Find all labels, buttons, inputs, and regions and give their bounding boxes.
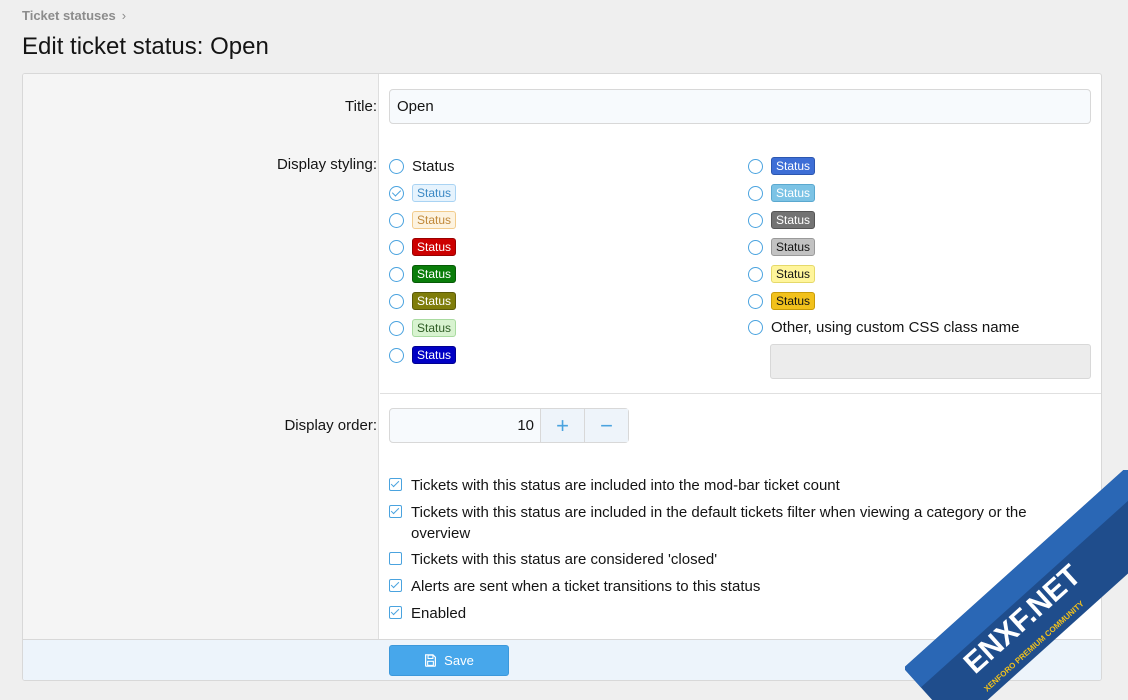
style-badge: Status: [412, 292, 457, 310]
style-badge: Status: [412, 184, 457, 202]
option-checkbox-item[interactable]: Tickets with this status are included in…: [389, 475, 1089, 496]
divider: [380, 393, 1101, 394]
option-checkbox-item[interactable]: Tickets with this status are included in…: [389, 502, 1089, 544]
option-checkbox-item[interactable]: Tickets with this status are considered …: [389, 549, 1089, 570]
radio-button[interactable]: [389, 320, 404, 336]
styling-option[interactable]: Status: [389, 237, 457, 257]
display-styling-label: Display styling:: [276, 156, 377, 173]
radio-button[interactable]: [748, 158, 763, 174]
radio-button[interactable]: [389, 347, 404, 363]
radio-button[interactable]: [748, 293, 763, 309]
title-label: Title:: [345, 98, 377, 115]
checkbox-label: Alerts are sent when a ticket transition…: [411, 578, 761, 595]
style-label-plain: Status: [412, 157, 455, 175]
style-badge: Status: [412, 346, 457, 364]
styling-option[interactable]: Status: [748, 156, 816, 176]
style-badge: Status: [771, 211, 816, 229]
checkbox-label: Tickets with this status are included in…: [411, 477, 840, 494]
styling-option[interactable]: Status: [748, 210, 816, 230]
display-order-stepper[interactable]: 10 + −: [389, 408, 629, 443]
checkbox-label: Enabled: [411, 605, 467, 622]
decrement-button[interactable]: −: [584, 409, 628, 442]
styling-option-other[interactable]: Other, using custom CSS class name: [748, 317, 1019, 337]
style-badge: Status: [771, 157, 816, 175]
title-input[interactable]: Open: [389, 89, 1091, 124]
style-badge: Status: [771, 238, 816, 256]
style-badge: Status: [412, 211, 457, 229]
breadcrumb-item-ticket-statuses[interactable]: Ticket statuses: [22, 8, 116, 23]
option-checkbox-item[interactable]: Enabled: [389, 603, 1089, 624]
display-order-input[interactable]: 10: [390, 409, 540, 442]
styling-option[interactable]: Status: [389, 291, 457, 311]
styling-option[interactable]: Status: [389, 183, 457, 203]
radio-button[interactable]: [389, 239, 404, 255]
display-order-label: Display order:: [284, 417, 377, 434]
styling-option[interactable]: Status: [389, 156, 455, 176]
style-badge: Status: [412, 265, 457, 283]
checkbox[interactable]: [389, 579, 402, 592]
styling-option[interactable]: Status: [389, 264, 457, 284]
checkbox[interactable]: [389, 505, 402, 518]
styling-option[interactable]: Status: [748, 237, 816, 257]
radio-button[interactable]: [748, 185, 763, 201]
radio-button[interactable]: [748, 239, 763, 255]
edit-status-form: Title: Open Display styling: Status Statu…: [22, 73, 1102, 681]
radio-button[interactable]: [389, 266, 404, 282]
radio-button[interactable]: [389, 185, 404, 201]
radio-button[interactable]: [748, 212, 763, 228]
chevron-right-icon: ›: [121, 8, 127, 23]
form-footer: Save: [23, 639, 1101, 680]
save-label: Save: [444, 653, 474, 668]
save-button[interactable]: Save: [389, 645, 509, 676]
page-title: Edit ticket status: Open: [22, 33, 269, 60]
styling-option[interactable]: Status: [389, 345, 457, 365]
radio-button[interactable]: [748, 266, 763, 282]
radio-button[interactable]: [389, 212, 404, 228]
style-badge: Status: [771, 184, 816, 202]
radio-button[interactable]: [748, 319, 763, 335]
styling-option[interactable]: Status: [748, 264, 816, 284]
radio-button[interactable]: [389, 293, 404, 309]
checkbox[interactable]: [389, 478, 402, 491]
other-label: Other, using custom CSS class name: [771, 318, 1020, 336]
increment-button[interactable]: +: [540, 409, 584, 442]
styling-option[interactable]: Status: [748, 183, 816, 203]
radio-button[interactable]: [389, 158, 404, 174]
save-icon: [425, 654, 437, 667]
styling-option[interactable]: Status: [748, 291, 816, 311]
style-badge: Status: [771, 292, 816, 310]
checkbox-label: Tickets with this status are considered …: [411, 551, 718, 568]
option-checkbox-item[interactable]: Alerts are sent when a ticket transition…: [389, 576, 1089, 597]
style-badge: Status: [412, 319, 457, 337]
breadcrumb[interactable]: Ticket statuses ›: [22, 8, 126, 23]
styling-option[interactable]: Status: [389, 318, 457, 338]
checkbox-label: Tickets with this status are included in…: [411, 504, 1027, 542]
style-badge: Status: [771, 265, 816, 283]
checkbox[interactable]: [389, 606, 402, 619]
style-badge: Status: [412, 238, 457, 256]
styling-option[interactable]: Status: [389, 210, 457, 230]
custom-css-class-input[interactable]: [770, 344, 1091, 379]
checkbox[interactable]: [389, 552, 402, 565]
